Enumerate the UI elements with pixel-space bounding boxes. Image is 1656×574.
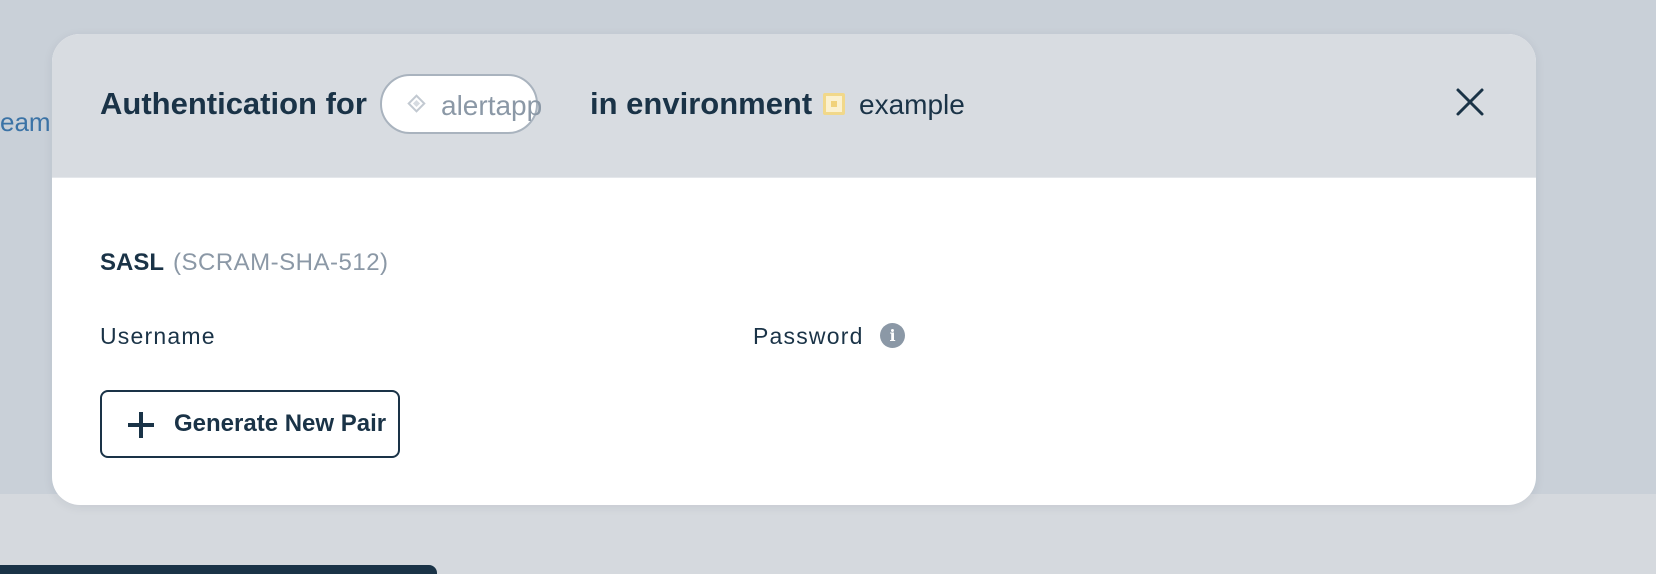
- info-icon[interactable]: i: [880, 323, 905, 348]
- page-backdrop-lower: [0, 494, 1656, 574]
- username-label: Username: [100, 323, 216, 349]
- generate-new-pair-label: Generate New Pair: [174, 410, 387, 437]
- close-icon: [1456, 88, 1484, 116]
- sasl-mechanism: (SCRAM-SHA-512): [173, 249, 389, 276]
- modal-title-middle: in environment: [590, 86, 813, 121]
- close-button[interactable]: [1454, 86, 1486, 118]
- app-badge: alertapp: [380, 74, 542, 134]
- environment-square-icon: [823, 93, 845, 115]
- password-label: Password: [753, 323, 864, 349]
- modal-header: Authentication for alertapp in environme…: [52, 34, 1536, 178]
- modal-title-prefix: Authentication for: [100, 86, 367, 121]
- generate-new-pair-button[interactable]: Generate New Pair: [100, 390, 400, 458]
- plus-icon: [128, 412, 154, 438]
- app-name: alertapp: [441, 90, 543, 121]
- environment-name: example: [859, 89, 965, 120]
- sasl-section-title: SASL: [100, 249, 165, 276]
- application-diamond-icon: [407, 94, 426, 113]
- background-bottom-bar: [0, 565, 437, 574]
- background-link: eam: [0, 107, 51, 137]
- authentication-modal: Authentication for alertapp in environme…: [52, 34, 1536, 505]
